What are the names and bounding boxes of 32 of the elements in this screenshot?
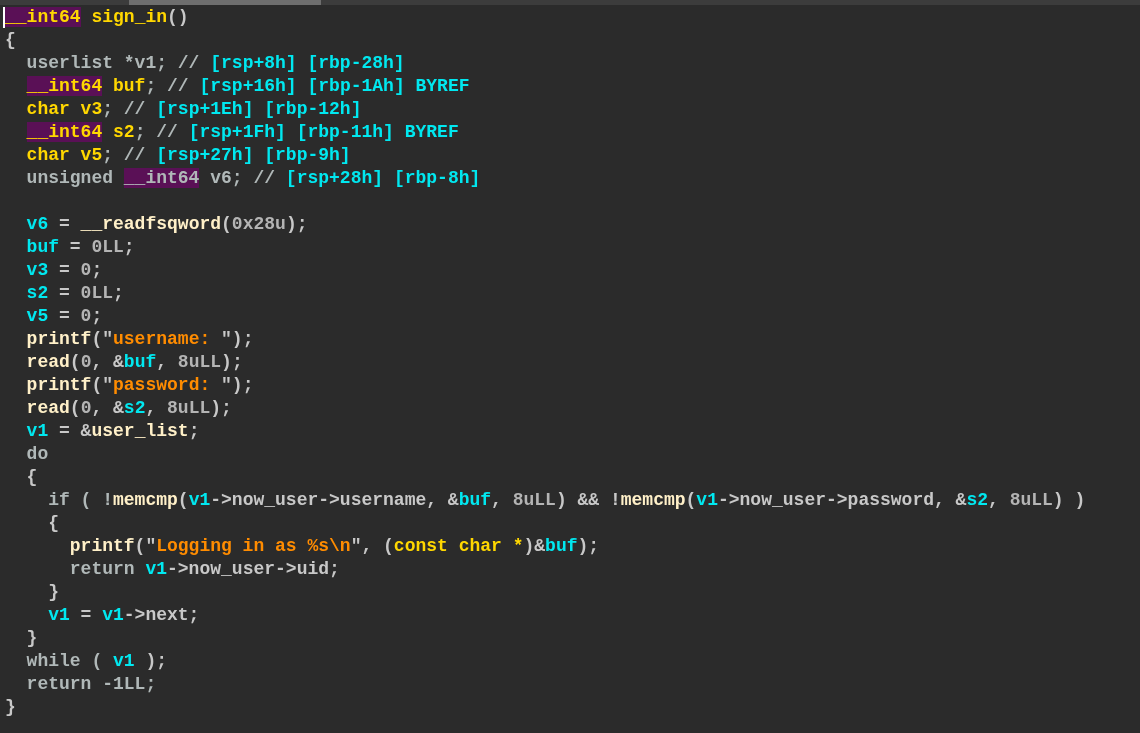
code-line: while ( v1 ); xyxy=(26,650,168,673)
code-line: if ( !memcmp(v1->now_user->username, &buf, 8uLL) && !memcmp(v1->now_user->password, &s2, 8uLL) ) xyxy=(48,489,1086,512)
code-line: __int64 buf; // [rsp+16h] [rbp-1Ah] BYREF xyxy=(26,75,470,98)
code-line: return -1LL; xyxy=(26,673,157,696)
code-line: printf("username: "); xyxy=(26,328,254,351)
code-line: userlist *v1; // [rsp+8h] [rbp-28h] xyxy=(26,52,405,75)
code-line: unsigned __int64 v6; // [rsp+28h] [rbp-8h] xyxy=(26,167,481,190)
code-line: char v3; // [rsp+1Eh] [rbp-12h] xyxy=(26,98,362,121)
code-line: read(0, &s2, 8uLL); xyxy=(26,397,232,420)
code-line: { xyxy=(26,466,38,489)
code-line: do xyxy=(26,443,49,466)
code-line: } xyxy=(26,627,38,650)
code-line: { xyxy=(48,512,59,535)
code-line: __int64 sign_in() xyxy=(5,6,189,29)
code-line: v6 = __readfsqword(0x28u); xyxy=(26,213,308,236)
code-line: char v5; // [rsp+27h] [rbp-9h] xyxy=(26,144,351,167)
code-line: v1 = &user_list; xyxy=(26,420,200,443)
code-line: v5 = 0; xyxy=(26,305,103,328)
code-line: printf("Logging in as %s\n", (const char *)&buf); xyxy=(69,535,600,558)
code-line: s2 = 0LL; xyxy=(26,282,124,305)
code-line: } xyxy=(48,581,59,604)
code-line: read(0, &buf, 8uLL); xyxy=(26,351,243,374)
code-line: buf = 0LL; xyxy=(26,236,135,259)
code-line: return v1->now_user->uid; xyxy=(69,558,340,581)
code-line: } xyxy=(5,696,16,719)
scrollbar-thumb[interactable] xyxy=(129,0,321,5)
code-line: { xyxy=(5,29,16,52)
code-line: __int64 s2; // [rsp+1Fh] [rbp-11h] BYREF xyxy=(26,121,459,144)
code-line: printf("password: "); xyxy=(26,374,254,397)
code-line: v3 = 0; xyxy=(26,259,103,282)
scrollbar-track[interactable] xyxy=(0,0,1140,5)
code-line: v1 = v1->next; xyxy=(48,604,200,627)
